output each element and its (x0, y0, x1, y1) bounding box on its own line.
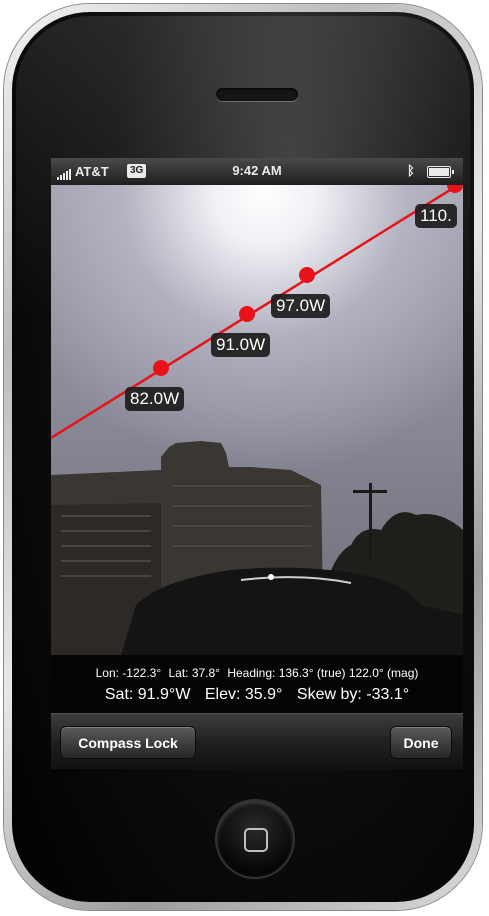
sun-track-label: 91.0W (211, 333, 271, 357)
done-button[interactable]: Done (390, 726, 452, 759)
sun-track-point (153, 360, 169, 376)
home-square-icon (244, 828, 268, 852)
bluetooth-icon: ᛒ (407, 163, 415, 178)
earpiece-speaker (216, 88, 298, 101)
heading-readout: Heading: 136.3° (true) 122.0° (mag) (227, 666, 419, 680)
screen: AT&T 3G 9:42 AM ᛒ 82.0W 91.0W 97.0W 110.… (51, 158, 463, 769)
home-button[interactable] (217, 801, 293, 877)
info-panel: Lon: -122.3° Lat: 37.8° Heading: 136.3° … (51, 655, 463, 713)
satellite-line: Sat: 91.9°W Elev: 35.9° Skew by: -33.1° (51, 686, 463, 704)
location-line: Lon: -122.3° Lat: 37.8° Heading: 136.3° … (51, 666, 463, 680)
battery-icon (427, 166, 454, 178)
sun-track-point (299, 267, 315, 283)
skew-readout: Skew by: -33.1° (296, 686, 410, 703)
latitude-readout: Lat: 37.8° (168, 666, 220, 680)
sun-track-line (51, 185, 461, 440)
status-bar: AT&T 3G 9:42 AM ᛒ (51, 158, 463, 185)
camera-view[interactable]: 82.0W 91.0W 97.0W 110. (51, 185, 463, 655)
sun-track-point (239, 306, 255, 322)
longitude-readout: Lon: -122.3° (95, 666, 162, 680)
elevation-readout: Elev: 35.9° (204, 686, 283, 703)
sun-track-label: 82.0W (125, 387, 185, 411)
satellite-readout: Sat: 91.9°W (104, 686, 191, 703)
sun-track-label: 97.0W (271, 294, 331, 318)
status-time: 9:42 AM (232, 163, 282, 178)
sun-track-label: 110. (415, 204, 457, 228)
bottom-toolbar: Compass Lock Done (51, 713, 463, 769)
compass-lock-button[interactable]: Compass Lock (60, 726, 196, 759)
